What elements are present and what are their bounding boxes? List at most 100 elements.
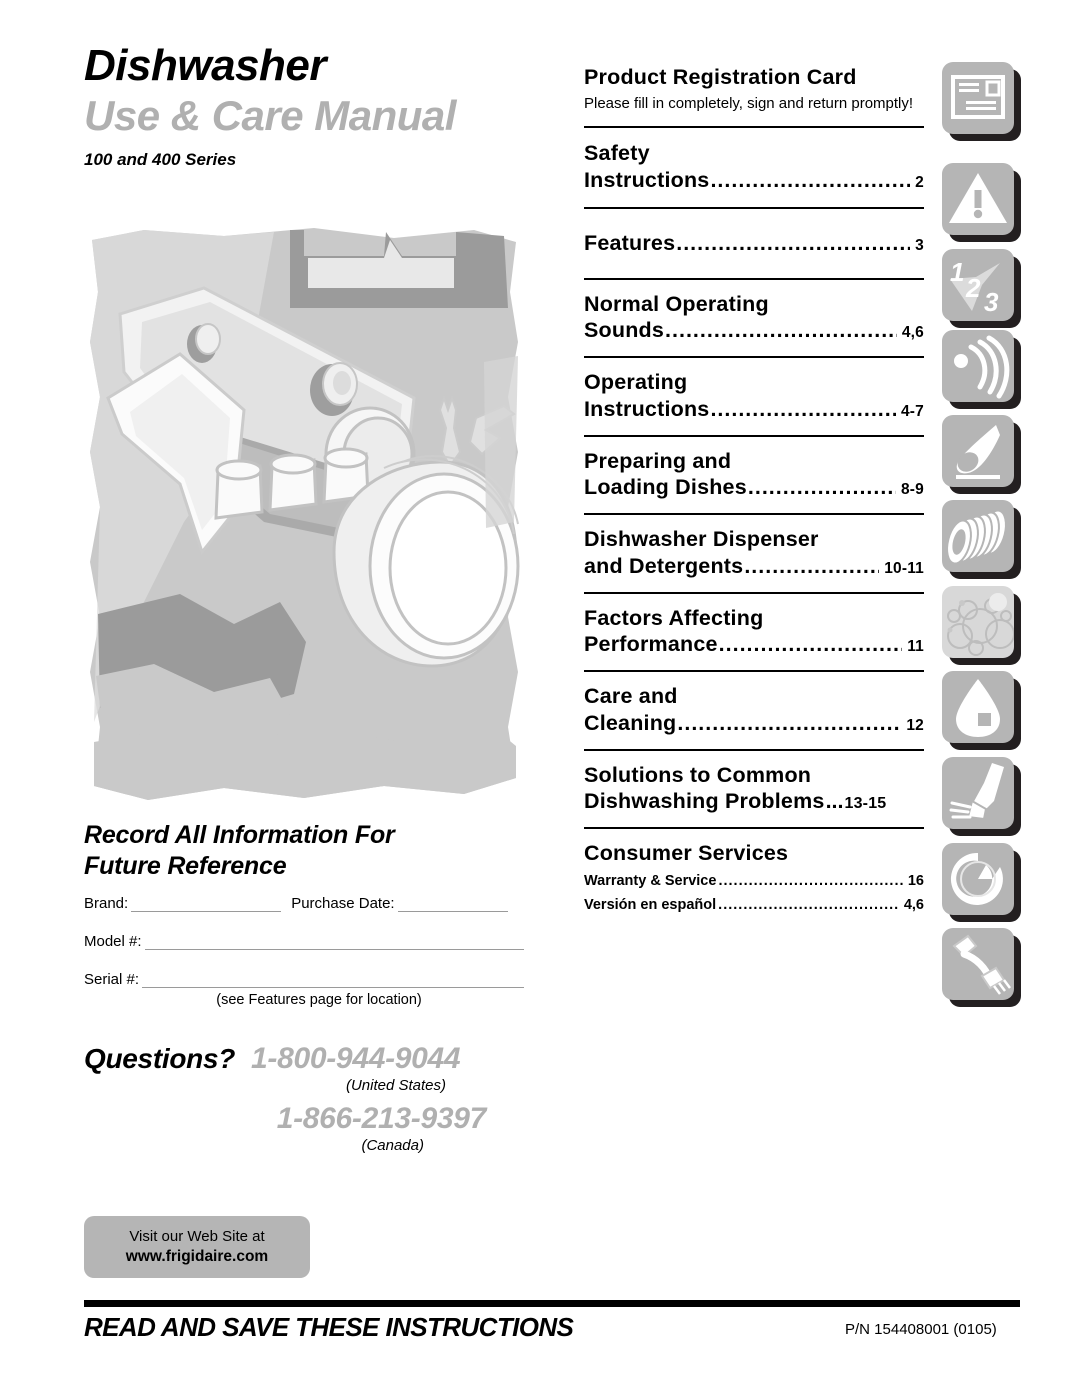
- toc-title: Dishwasher Dispenser: [584, 527, 819, 552]
- toc-title: Consumer Services: [584, 841, 789, 866]
- phone-us-caption: (United States): [345, 1077, 446, 1094]
- toc-subitem-label: Warranty & Service: [584, 872, 717, 889]
- record-heading-line1: Record All Information For: [84, 821, 395, 849]
- toc-title-2: Loading Dishes: [584, 475, 747, 500]
- toc-line: Cleaning ...............................…: [584, 711, 924, 736]
- tile-face: [942, 163, 1014, 235]
- leader-dots: .......................................: [718, 632, 903, 657]
- toc-item-safety-instructions[interactable]: Safety Instructions ....................…: [584, 128, 924, 209]
- bubbles-icon: [942, 586, 1021, 665]
- toc-page: 10-11: [884, 559, 924, 577]
- title-block: Dishwasher Use & Care Manual 100 and 400…: [84, 41, 530, 170]
- toc-title: Operating: [584, 370, 688, 395]
- toc-title: Features: [584, 230, 676, 255]
- toc-item-consumer-services[interactable]: Consumer Services Warranty & Service ...…: [584, 829, 924, 913]
- toc-title: Normal Operating: [584, 291, 769, 316]
- leader-dots: .......................................: [676, 230, 911, 255]
- leader-dots: .......................................: [665, 318, 897, 343]
- toc-page: 8-9: [900, 481, 924, 499]
- record-heading-line2: Future Reference: [84, 851, 287, 880]
- svg-text:3: 3: [984, 287, 999, 317]
- toc-line: Dishwashing Problems ... 13-15: [584, 789, 924, 814]
- leader-dots: ........................................…: [718, 896, 899, 913]
- toc-page: 11: [907, 638, 924, 656]
- website-box[interactable]: Visit our Web Site at www.frigidaire.com: [84, 1216, 310, 1278]
- tile-face: [942, 415, 1014, 487]
- questions-label: Questions?: [84, 1043, 236, 1074]
- toc-item-operating-instructions[interactable]: Operating Instructions .................…: [584, 358, 924, 437]
- toc-line: Features ...............................…: [584, 231, 924, 256]
- tile-face: [942, 62, 1014, 134]
- toc-title-2: Instructions: [584, 167, 710, 192]
- toc-title-2: Sounds: [584, 318, 665, 343]
- numbers-123-icon: 1 2 3: [942, 249, 1021, 328]
- toc-title: Solutions to Common: [584, 762, 812, 787]
- hand-cleaning-icon: [942, 757, 1021, 836]
- toc-item-solutions-common-problems[interactable]: Solutions to Common Dishwashing Problems…: [584, 751, 924, 830]
- brand-field[interactable]: [131, 896, 282, 912]
- toc-item-care-cleaning[interactable]: Care and Cleaning ......................…: [584, 672, 924, 751]
- toc-page: 3: [915, 236, 924, 254]
- questions-row: Questions? 1-800-944-9044: [84, 1042, 524, 1076]
- page-subtitle: Use & Care Manual: [84, 91, 456, 139]
- tile-face: [942, 500, 1014, 572]
- series-label: 100 and 400 Series: [84, 150, 237, 170]
- telephone-handset-icon: [942, 928, 1021, 1007]
- dishwasher-illustration: [84, 222, 524, 808]
- sound-waves-icon: [942, 330, 1021, 409]
- svg-text:1: 1: [950, 257, 964, 287]
- toc-line: and Detergents .........................…: [584, 554, 924, 579]
- toc-title-2: Cleaning: [584, 710, 677, 735]
- model-field[interactable]: [144, 934, 524, 950]
- serial-row: Serial #:: [84, 971, 524, 988]
- footer-instruction: READ AND SAVE THESE INSTRUCTIONS: [84, 1312, 574, 1342]
- toc-page: 4-7: [900, 402, 924, 420]
- manual-cover-page: Dishwasher Use & Care Manual 100 and 400…: [0, 0, 1080, 1397]
- footer-rule: [84, 1300, 1020, 1307]
- tile-face: [942, 671, 1014, 743]
- model-label: Model #:: [84, 933, 142, 950]
- brand-row: Brand: Purchase Date:: [84, 895, 524, 912]
- toc-title: Factors Affecting: [584, 605, 764, 630]
- toc-subitem-page: 16: [907, 872, 924, 889]
- svg-text:2: 2: [965, 273, 981, 303]
- toc-subitem-page: 4,6: [903, 896, 924, 913]
- serial-label: Serial #:: [84, 971, 140, 988]
- toc-page: 13-15: [844, 795, 887, 813]
- purchase-date-label: Purchase Date:: [291, 895, 395, 912]
- purchase-date-field[interactable]: [397, 896, 508, 912]
- website-prompt: Visit our Web Site at: [129, 1227, 265, 1245]
- serial-note: (see Features page for location): [216, 992, 422, 1008]
- toc-subitem-warranty-service[interactable]: Warranty & Service .....................…: [584, 873, 924, 889]
- toc-line: Performance ............................…: [584, 632, 924, 657]
- phone-canada: 1-866-213-9397: [276, 1102, 487, 1135]
- toc-title-2: Performance: [584, 632, 718, 657]
- leader-dots: ........................................…: [718, 872, 902, 889]
- toc-subitem-version-espanol[interactable]: Versión en español .....................…: [584, 897, 924, 913]
- toc-item-preparing-loading-dishes[interactable]: Preparing and Loading Dishes ...........…: [584, 437, 924, 516]
- tile-face: [942, 586, 1014, 658]
- page-title: Dishwasher: [84, 41, 326, 90]
- registration-card-icon: [942, 62, 1021, 141]
- footer-part-number: P/N 154408001 (0105): [845, 1321, 997, 1338]
- toc-item-factors-affecting-performance[interactable]: Factors Affecting Performance ..........…: [584, 594, 924, 673]
- toc-item-dispenser-detergents[interactable]: Dishwasher Dispenser and Detergents ....…: [584, 515, 924, 594]
- brand-label: Brand:: [84, 895, 129, 912]
- leader-dots: .......................................: [677, 710, 901, 735]
- leader-dots: .......................................: [710, 167, 911, 192]
- toc-title: Preparing and: [584, 448, 732, 473]
- toc-subitem-label: Versión en español: [584, 896, 717, 913]
- toc-item-product-registration[interactable]: Product Registration Card Please fill in…: [584, 64, 924, 129]
- toc-title-2: Instructions: [584, 396, 710, 421]
- phone-canada-caption: (Canada): [361, 1137, 424, 1154]
- toc-line: Sounds .................................…: [584, 318, 924, 343]
- serial-field[interactable]: [142, 972, 524, 988]
- finger-touch-icon: [942, 415, 1021, 494]
- leader-dots: .......................................: [710, 396, 896, 421]
- water-drop-icon: [942, 671, 1021, 750]
- cycle-arrow-icon: [942, 843, 1021, 922]
- tile-face: [942, 843, 1014, 915]
- toc-item-normal-operating-sounds[interactable]: Normal Operating Sounds ................…: [584, 280, 924, 359]
- toc-item-features[interactable]: Features ...............................…: [584, 209, 924, 280]
- toc-title: Care and: [584, 684, 678, 709]
